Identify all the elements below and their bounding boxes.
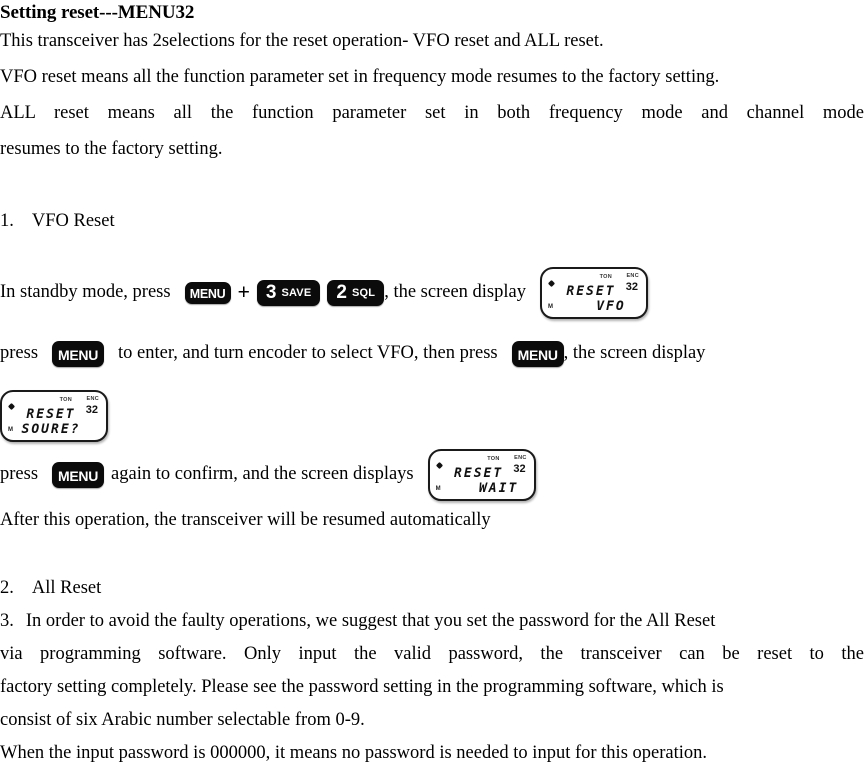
lcd-row-reset-source: M TON ENC 32 RESET SOURE?: [0, 386, 864, 444]
vfo-step-3: press MENU again to confirm, and the scree…: [0, 444, 864, 504]
paragraph-spacer-2: [0, 239, 864, 257]
step3-mid-text: again to confirm, and the screen display…: [111, 464, 414, 485]
paragraph-spacer-3: [0, 536, 864, 572]
step3-pre-text: press: [0, 464, 39, 485]
menu-key-button[interactable]: MENU: [184, 282, 231, 305]
all-reset-item-2-number: 2.: [0, 578, 14, 599]
paragraph-spacer-1: [0, 167, 864, 203]
lcd-line-2-source: SOURE?: [21, 421, 81, 437]
intro-line-4: resumes to the factory setting.: [0, 139, 223, 160]
step2-mid-text: to enter, and turn encoder to select VFO…: [118, 343, 498, 364]
key-2-digit: 2: [336, 281, 347, 303]
lcd-enc-tag-3: ENC: [514, 454, 527, 461]
key-2-sql-button[interactable]: 2 SQL: [327, 280, 385, 307]
menu-key-button-2[interactable]: MENU: [52, 340, 105, 367]
lcd-line-2: VFO: [596, 299, 626, 315]
key-3-label: SAVE: [281, 286, 312, 299]
menu-key-button-4[interactable]: MENU: [52, 461, 105, 488]
key-2-label: SQL: [351, 286, 376, 299]
lcd-enc-tag-2: ENC: [86, 395, 99, 402]
lcd-line-2-wait: WAIT: [478, 480, 519, 496]
lcd-enc-tag: ENC: [626, 273, 639, 280]
step1-post-text: , the screen display: [384, 282, 526, 303]
all-reset-item-3: 3. In order to avoid the faulty operation…: [0, 605, 864, 638]
vfo-reset-heading: 1. VFO Reset: [0, 203, 864, 239]
lcd-line-1-wait: RESET: [454, 465, 504, 481]
menu-key-button-3[interactable]: MENU: [511, 340, 564, 367]
step2-post-text: , the screen display: [563, 343, 706, 364]
lcd-tone-tag-3: TON: [487, 455, 500, 462]
all-reset-body-2: factory setting completely. Please see t…: [0, 677, 724, 698]
step2-pre-text: press: [0, 343, 39, 364]
lcd-line-1: RESET: [566, 284, 616, 300]
all-reset-item-2: 2. All Reset: [0, 572, 864, 605]
vfo-step-1: In standby mode, press MENU +3 SAVE 2 SQL , th…: [0, 257, 864, 328]
intro-line-1: This transceiver has 2selections for the…: [0, 31, 604, 52]
document-page: Setting reset---MENU32 This transceiver …: [0, 2, 864, 769]
lcd-display-reset-wait: M TON ENC 32 RESET WAIT: [427, 448, 536, 501]
lcd-display-reset-vfo: M TON ENC 32 RESET VFO: [539, 267, 648, 320]
page-title: Setting reset---MENU32: [0, 2, 195, 23]
all-reset-body-4: When the input password is 000000, it me…: [0, 743, 708, 764]
all-reset-item-3-number: 3.: [0, 611, 14, 632]
intro-line-2: VFO reset means all the function paramet…: [0, 67, 720, 88]
lcd-line-1-source: RESET: [26, 406, 76, 422]
vfo-step-2: press MENU to enter, and turn encoder to s…: [0, 328, 864, 378]
all-reset-item-2-text: All Reset: [31, 578, 102, 599]
all-reset-item-3-text: In order to avoid the faulty operations,…: [25, 611, 716, 632]
vfo-reset-heading-text: VFO Reset: [31, 211, 115, 232]
step1-pre-text: In standby mode, press: [0, 282, 171, 303]
vfo-reset-number: 1.: [0, 211, 14, 232]
all-reset-body-1: via programming software. Only input the…: [0, 644, 864, 665]
key-3-save-button[interactable]: 3 SAVE: [256, 280, 321, 307]
vfo-closing-line: After this operation, the transceiver wi…: [0, 510, 491, 531]
lcd-tone-tag-2: TON: [59, 396, 72, 403]
all-reset-body-3: consist of six Arabic number selectable …: [0, 710, 365, 731]
key-3-digit: 3: [265, 281, 277, 303]
intro-line-3: ALL reset means all the function paramet…: [0, 103, 864, 124]
lcd-tone-tag: TON: [599, 274, 612, 281]
plus-symbol: +: [237, 281, 250, 305]
lcd-display-reset-source: M TON ENC 32 RESET SOURE?: [0, 389, 108, 442]
